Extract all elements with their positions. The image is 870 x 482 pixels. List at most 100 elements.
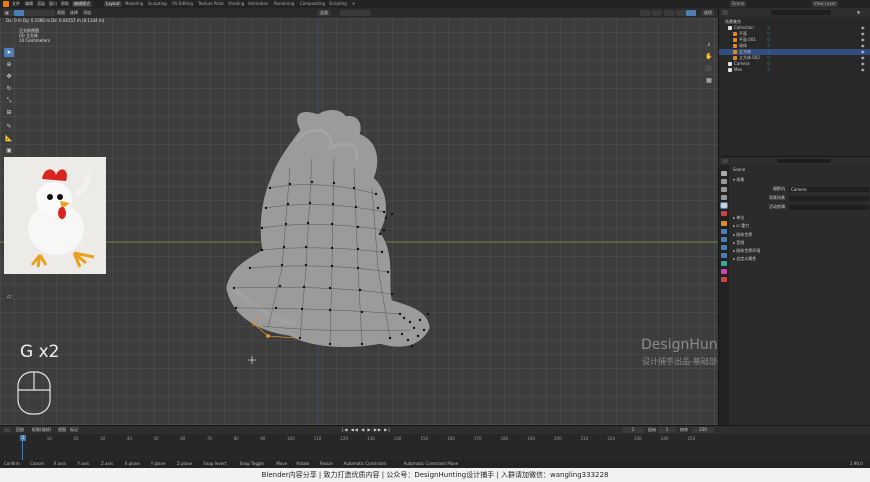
select-menu[interactable]: 选择 [68, 10, 80, 16]
background-scene-field[interactable] [789, 196, 869, 201]
menu-help[interactable]: 帮助 [61, 1, 69, 7]
properties-subpanel[interactable]: ▸ 音频 [733, 240, 744, 246]
outliner-type-icon[interactable] [722, 10, 728, 15]
tab-rendering[interactable]: Rendering [272, 1, 296, 7]
transform-tool-icon[interactable]: ⊞ [4, 108, 14, 117]
scene-selector[interactable]: Scene [730, 1, 747, 7]
end-frame-field[interactable]: 250 [692, 427, 714, 433]
scale-tool-icon[interactable]: ⤡ [4, 96, 14, 105]
modifier-tab-icon[interactable] [721, 229, 727, 234]
mesh-object-icon [733, 56, 737, 60]
tool-tab-icon[interactable] [721, 171, 727, 176]
menu-file[interactable]: 文件 [12, 1, 20, 7]
tab-animation[interactable]: Animation [246, 1, 270, 7]
cursor-tool-icon[interactable]: ⊕ [4, 60, 14, 69]
constraints-tab-icon[interactable] [721, 253, 727, 258]
tab-compositing[interactable]: Compositing [298, 1, 327, 7]
menu-render[interactable]: 渲染 [37, 1, 45, 7]
proportional-edit-icon[interactable] [360, 10, 370, 16]
properties-subpanel[interactable]: ▸ 单位 [733, 215, 744, 221]
properties-search-input[interactable] [777, 159, 831, 163]
render-tab-icon[interactable] [721, 179, 727, 184]
current-frame-field[interactable]: 1 [622, 427, 644, 433]
measure-tool-icon[interactable]: 📐 [4, 134, 14, 143]
scene-tab-icon[interactable] [720, 202, 728, 209]
outliner-row[interactable]: Mes ▽ ◉ [719, 67, 870, 73]
menu-window[interactable]: 窗口 [49, 1, 57, 7]
outliner-search-input[interactable] [771, 10, 831, 15]
annotate-tool-icon[interactable]: ✎ [4, 122, 14, 131]
keying-menu[interactable]: 抠像(插帧) [32, 427, 51, 433]
frame-tick-label: 100 [287, 436, 295, 441]
camera-field[interactable]: Camera [789, 187, 869, 192]
timeline-type-icon[interactable] [4, 428, 10, 432]
particles-tab-icon[interactable] [721, 237, 727, 242]
add-menu[interactable]: 添加 [81, 10, 93, 16]
properties-subpanel[interactable]: ▸ ☑ 重力 [733, 223, 749, 229]
pivot-icon[interactable] [340, 10, 350, 16]
perspective-toggle-icon[interactable]: ▦ [704, 76, 714, 85]
extrude-tool-icon[interactable]: ▣ [4, 146, 14, 155]
output-tab-icon[interactable] [721, 187, 727, 192]
3d-viewport[interactable]: ➤ ⊕ ✥ ↻ ⤡ ⊞ ✎ 📐 ▣ ◫ ▱ ⌕ ✋ 🎥 ▦ [0, 18, 718, 425]
move-tool-icon[interactable]: ✥ [4, 72, 14, 81]
rotate-tool-icon[interactable]: ↻ [4, 84, 14, 93]
tab-layout[interactable]: Layout [104, 1, 122, 7]
zoom-icon[interactable]: ⌕ [704, 40, 714, 49]
tab-texture-paint[interactable]: Texture Paint [196, 1, 226, 7]
pan-icon[interactable]: ✋ [704, 52, 714, 61]
camera-view-icon[interactable]: 🎥 [704, 64, 714, 73]
view-layer-tab-icon[interactable] [721, 195, 727, 200]
timeline-ruler[interactable]: 0102030405060708090100110120130140150160… [0, 435, 870, 442]
xray-icon[interactable] [676, 10, 686, 16]
filter-icon[interactable]: ▼ [857, 10, 865, 15]
outliner-panel: ▼ 场景集合 Collection ▽ ◉ 平面 ▽ ◉ 平面.001 ▽ ◉ 球体 ▽ ◉ 立方体 ▽ ◉… [718, 8, 870, 156]
data-tab-icon[interactable] [721, 261, 727, 266]
timeline-view-menu[interactable]: 视图 [58, 427, 66, 433]
overlay-icon[interactable] [664, 10, 674, 16]
menu-edit[interactable]: 编辑 [25, 1, 33, 7]
viewport-scene [0, 18, 718, 425]
tab-shading[interactable]: Shading [226, 1, 246, 7]
start-frame-field[interactable]: 1 [658, 427, 676, 433]
tab-modeling[interactable]: Modeling [123, 1, 145, 7]
visibility-icon[interactable] [640, 10, 650, 16]
properties-subpanel[interactable]: ▸ 刚体世界环境 [733, 248, 760, 254]
select-tool-icon[interactable]: ➤ [4, 48, 14, 57]
active-clip-field[interactable] [789, 205, 869, 210]
playback-controls[interactable]: |◀ ◀◀ ◀ ▶ ▶▶ ▶| [342, 427, 391, 433]
add-workspace-button[interactable]: + [350, 1, 357, 7]
options-dropdown[interactable]: 选项 [702, 10, 714, 16]
tab-uv-editing[interactable]: UV Editing [170, 1, 195, 7]
playhead[interactable]: 1 [20, 435, 26, 441]
material-tab-icon[interactable] [721, 269, 727, 274]
blender-logo-icon[interactable] [3, 1, 9, 7]
snap-icon[interactable] [350, 10, 360, 16]
orientation-dropdown[interactable]: 全局 [318, 10, 330, 16]
playback-menu[interactable]: 回放 [16, 427, 24, 433]
texture-tab-icon[interactable] [721, 277, 727, 282]
scene-section-title[interactable]: ▾ 场景 [733, 177, 744, 183]
frame-tick-label: 190 [527, 436, 535, 441]
tab-scripting[interactable]: Scripting [327, 1, 349, 7]
collection-icon [728, 26, 732, 30]
properties-type-icon[interactable] [722, 159, 728, 163]
properties-subpanel[interactable]: ▸ 刚体世界 [733, 232, 752, 238]
tab-mode-pill[interactable]: 编辑模式 [72, 1, 92, 7]
world-tab-icon[interactable] [721, 211, 727, 216]
object-tab-icon[interactable] [721, 221, 727, 226]
properties-subpanel[interactable]: ▸ 自定义属性 [733, 256, 756, 262]
marker-menu[interactable]: 标记 [70, 427, 78, 433]
frame-tick-label: 150 [420, 436, 429, 441]
shear-tool-icon[interactable]: ▱ [4, 292, 14, 301]
tab-sculpting[interactable]: Sculpting [146, 1, 169, 7]
editor-type-icon[interactable]: ▦ [3, 10, 14, 16]
gizmo-icon[interactable] [652, 10, 662, 16]
physics-tab-icon[interactable] [721, 245, 727, 250]
solid-shading-icon[interactable] [686, 10, 696, 16]
reference-image[interactable] [4, 157, 106, 274]
visibility-eye-icon[interactable]: ◉ [861, 67, 865, 73]
view-layer-selector[interactable]: View Layer [812, 1, 838, 7]
view-menu[interactable]: 视图 [55, 10, 67, 16]
face-mode-icon[interactable] [44, 10, 55, 16]
